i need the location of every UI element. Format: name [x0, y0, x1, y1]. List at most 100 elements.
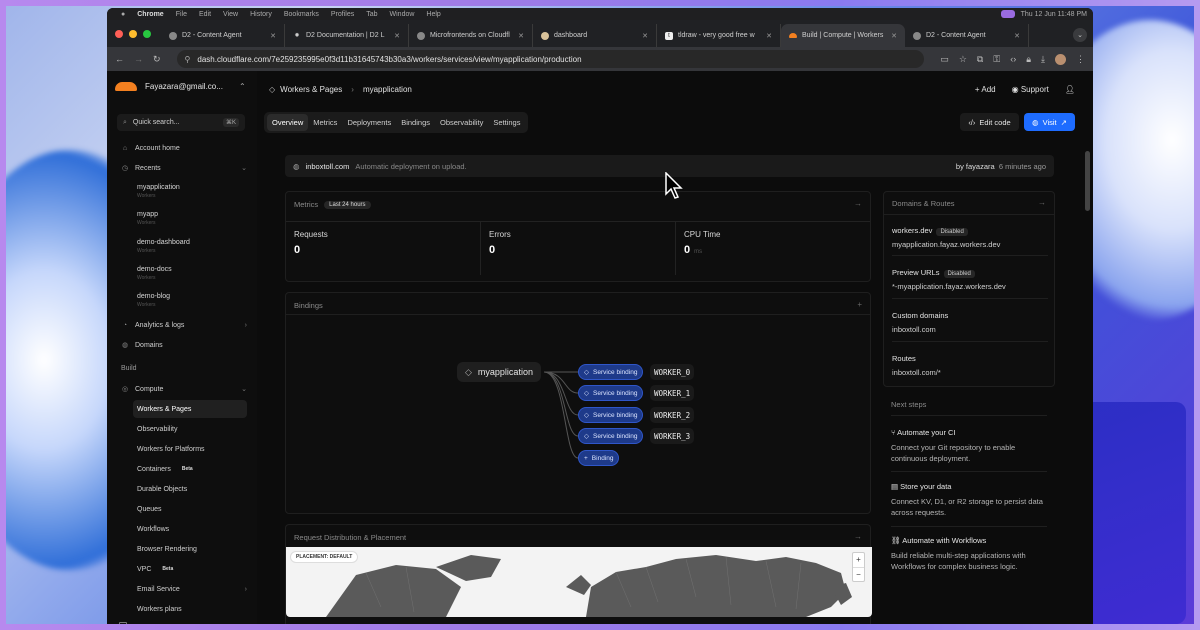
worker-label[interactable]: WORKER_0	[650, 364, 695, 380]
arrow-right-icon[interactable]: →	[854, 532, 862, 541]
sidebar-item-observability[interactable]: Observability	[133, 420, 247, 438]
routes-row[interactable]: Routes inboxtoll.com/*	[892, 354, 1047, 377]
collapse-sidebar-icon[interactable]	[119, 622, 127, 629]
sidebar-item-email-service[interactable]: Email Service ›	[133, 580, 247, 598]
recent-item[interactable]: demo-docs Workers	[137, 266, 172, 281]
zoom-out-button[interactable]: −	[853, 567, 864, 581]
tab-search-button[interactable]: ⌄	[1073, 28, 1087, 42]
profile-avatar[interactable]	[1055, 53, 1066, 65]
tab-settings[interactable]: Settings	[488, 114, 525, 131]
key-icon[interactable]: ⚿	[993, 54, 1000, 65]
recent-item[interactable]: myapplication Workers	[137, 184, 180, 199]
sidebar-item-browser-rendering[interactable]: Browser Rendering	[133, 540, 247, 558]
sidebar-item-workers-for-platforms[interactable]: Workers for Platforms	[133, 440, 247, 458]
extensions-icon[interactable]: ⧉	[977, 54, 983, 65]
sidebar-item-domains[interactable]: ◍ Domains	[117, 336, 247, 354]
quick-search-input[interactable]: ⌕ Quick search... ⌘K	[117, 114, 245, 131]
preview-urls-row[interactable]: Preview URLs Disabled *-myapplication.faya…	[892, 268, 1047, 291]
breadcrumb-myapplication[interactable]: myapplication	[363, 85, 412, 94]
worker-label[interactable]: WORKER_1	[650, 385, 695, 401]
reload-icon[interactable]: ↻	[153, 54, 161, 65]
browser-tab[interactable]: ✹ D2 Documentation | D2 L ✕	[285, 24, 409, 47]
browser-tab[interactable]: Microfrontends on Cloudfl ✕	[409, 24, 533, 47]
arrow-right-icon[interactable]: →	[1038, 198, 1046, 207]
code-icon[interactable]: ‹›	[1010, 54, 1016, 64]
back-icon[interactable]: ←	[115, 54, 124, 64]
tab-deployments[interactable]: Deployments	[342, 114, 396, 131]
zoom-in-button[interactable]: +	[853, 553, 864, 567]
close-icon[interactable]: ✕	[518, 32, 524, 40]
next-step-item[interactable]: ⛓ Automate with Workflows Build reliable …	[891, 536, 1046, 572]
time-range-badge[interactable]: Last 24 hours	[324, 200, 371, 209]
app-node[interactable]: ◇ myapplication	[457, 362, 541, 382]
sidebar-item-containers[interactable]: Containers Beta	[133, 460, 247, 478]
user-icon[interactable]: 👤︎	[1065, 85, 1075, 94]
close-icon[interactable]: ✕	[642, 32, 648, 40]
service-binding-node[interactable]: ◇ Service binding	[578, 407, 644, 423]
menu-file[interactable]: File	[176, 11, 187, 18]
browser-tab-active[interactable]: Build | Compute | Workers ✕	[781, 24, 905, 47]
service-binding-node[interactable]: ◇ Service binding	[578, 428, 644, 444]
sidebar-item-workers-pages[interactable]: Workers & Pages	[133, 400, 247, 418]
url-field[interactable]: ⚲ dash.cloudflare.com/7e259235995e0f3d11…	[176, 50, 925, 68]
download-icon[interactable]: ⤓	[1041, 54, 1045, 65]
next-step-item[interactable]: ⑂ Automate your CI Connect your Git repos…	[891, 428, 1046, 464]
edit-code-button[interactable]: ‹/› Edit code	[960, 113, 1019, 131]
menu-help[interactable]: Help	[426, 11, 440, 18]
close-icon[interactable]: ✕	[766, 32, 772, 40]
service-binding-node[interactable]: ◇ Service binding	[578, 385, 644, 401]
tab-overview[interactable]: Overview	[267, 114, 309, 131]
zoom-window-button[interactable]	[143, 30, 151, 38]
sidebar-item-durable-objects[interactable]: Durable Objects	[133, 480, 247, 498]
tab-metrics[interactable]: Metrics	[308, 114, 342, 131]
browser-tab[interactable]: t tldraw - very good free w ✕	[657, 24, 781, 47]
worker-label[interactable]: WORKER_2	[650, 407, 695, 423]
breadcrumb-workers-pages[interactable]: Workers & Pages	[280, 85, 342, 94]
browser-tab[interactable]: D2 - Content Agent ✕	[161, 24, 285, 47]
recent-item[interactable]: demo-dashboard Workers	[137, 239, 190, 254]
next-step-item[interactable]: ▤ Store your data Connect KV, D1, or R2 s…	[891, 482, 1046, 518]
service-binding-node[interactable]: ◇ Service binding	[578, 364, 644, 380]
menu-profiles[interactable]: Profiles	[331, 11, 354, 18]
kebab-menu-icon[interactable]: ⋮	[1076, 54, 1085, 65]
custom-domains-row[interactable]: Custom domains inboxtoll.com	[892, 311, 1047, 334]
sidebar-item-queues[interactable]: Queues	[133, 500, 247, 518]
close-icon[interactable]: ✕	[394, 32, 400, 40]
worker-label[interactable]: WORKER_3	[650, 428, 695, 444]
visit-button[interactable]: ◍ Visit ↗	[1024, 113, 1075, 131]
menu-view[interactable]: View	[223, 11, 238, 18]
menu-edit[interactable]: Edit	[199, 11, 211, 18]
browser-tab[interactable]: D2 - Content Agent ✕	[905, 24, 1029, 47]
bookmark-star-icon[interactable]: ☆	[959, 54, 967, 65]
account-switcher[interactable]: Fayazara@gmail.co... ⌃	[115, 82, 246, 91]
menu-window[interactable]: Window	[390, 11, 415, 18]
sidebar-item-workers-plans[interactable]: Workers plans	[133, 600, 247, 618]
sidebar-item-account-home[interactable]: ⌂ Account home	[117, 139, 247, 157]
sidebar-item-analytics[interactable]: ◔ Analytics & logs ›	[117, 316, 247, 334]
workers-dev-row[interactable]: workers.dev Disabled myapplication.fayaz.w…	[892, 226, 1047, 249]
menu-chrome[interactable]: Chrome	[137, 11, 163, 18]
browser-tab[interactable]: dashboard ✕	[533, 24, 657, 47]
tab-bindings[interactable]: Bindings	[396, 114, 435, 131]
minimize-window-button[interactable]	[129, 30, 137, 38]
apple-icon[interactable]: ●	[121, 11, 125, 18]
menu-bookmarks[interactable]: Bookmarks	[284, 11, 319, 18]
sidebar-item-workflows[interactable]: Workflows	[133, 520, 247, 538]
tab-observability[interactable]: Observability	[435, 114, 488, 131]
support-button[interactable]: ◉ Support	[1012, 85, 1049, 94]
close-icon[interactable]: ✕	[1014, 32, 1020, 40]
recent-item[interactable]: demo-blog Workers	[137, 293, 170, 308]
site-info-icon[interactable]: ⚲	[185, 55, 191, 64]
sidebar-item-vpc[interactable]: VPC Beta	[133, 560, 247, 578]
cast-icon[interactable]: ▭	[940, 54, 949, 65]
close-icon[interactable]: ✕	[270, 32, 276, 40]
menu-tab[interactable]: Tab	[366, 11, 377, 18]
deployment-domain[interactable]: inboxtoll.com	[306, 162, 350, 171]
menu-history[interactable]: History	[250, 11, 272, 18]
world-map[interactable]: PLACEMENT: DEFAULT + −	[286, 547, 872, 617]
page-scrollbar[interactable]	[1085, 151, 1090, 211]
close-icon[interactable]: ✕	[891, 32, 897, 40]
recent-item[interactable]: myapp Workers	[137, 211, 158, 226]
lock-icon[interactable]: 🔒︎	[1026, 54, 1031, 65]
sidebar-item-recents[interactable]: ◷ Recents ⌄	[117, 159, 247, 177]
